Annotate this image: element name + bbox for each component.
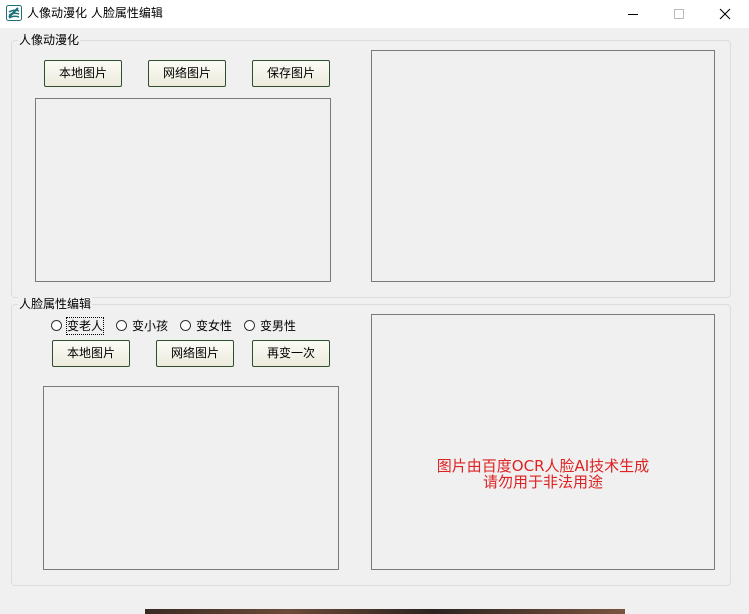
radio-male[interactable]: 变男性 <box>244 318 304 334</box>
save-image-button[interactable]: 保存图片 <box>252 60 330 87</box>
minimize-icon <box>628 14 638 15</box>
close-button[interactable] <box>702 0 748 28</box>
anime-source-image-box <box>35 98 331 282</box>
anime-network-image-button[interactable]: 网络图片 <box>148 60 226 87</box>
radio-child-label: 变小孩 <box>132 319 169 333</box>
background-window-strip <box>145 609 625 614</box>
anime-local-image-button[interactable]: 本地图片 <box>44 60 122 87</box>
ai-notice: 图片由百度OCR人脸AI技术生成 请勿用于非法用途 <box>372 458 714 490</box>
maximize-icon <box>674 9 684 19</box>
face-network-image-button[interactable]: 网络图片 <box>156 340 234 367</box>
face-source-image-box <box>43 386 339 570</box>
notice-line-1: 图片由百度OCR人脸AI技术生成 <box>436 457 650 475</box>
radio-old[interactable]: 变老人 <box>51 317 111 335</box>
radio-old-circle[interactable] <box>51 320 62 331</box>
title-bar[interactable]: 人像动漫化 人脸属性编辑 <box>0 0 749 28</box>
radio-child-circle[interactable] <box>116 320 127 331</box>
close-icon <box>719 8 731 20</box>
notice-line-2: 请勿用于非法用途 <box>482 473 603 491</box>
face-local-image-button[interactable]: 本地图片 <box>52 340 130 367</box>
window-title: 人像动漫化 人脸属性编辑 <box>27 6 163 20</box>
radio-female-label: 变女性 <box>196 319 233 333</box>
app-window: 人像动漫化 人脸属性编辑 人像动漫化 本地图片 网络图片 保存图片 人脸属性编辑… <box>0 0 749 614</box>
face-edit-group-title: 人脸属性编辑 <box>18 297 93 311</box>
app-logo-icon <box>6 5 22 21</box>
anime-group-title: 人像动漫化 <box>18 33 81 47</box>
minimize-button[interactable] <box>610 0 656 28</box>
transform-again-button[interactable]: 再变一次 <box>252 340 330 367</box>
face-result-image-box <box>371 314 715 570</box>
radio-female[interactable]: 变女性 <box>180 318 240 334</box>
radio-old-label: 变老人 <box>65 317 105 335</box>
radio-child[interactable]: 变小孩 <box>116 318 176 334</box>
radio-female-circle[interactable] <box>180 320 191 331</box>
maximize-button[interactable] <box>656 0 702 28</box>
radio-male-circle[interactable] <box>244 320 255 331</box>
radio-male-label: 变男性 <box>260 319 297 333</box>
anime-result-image-box <box>371 50 715 282</box>
